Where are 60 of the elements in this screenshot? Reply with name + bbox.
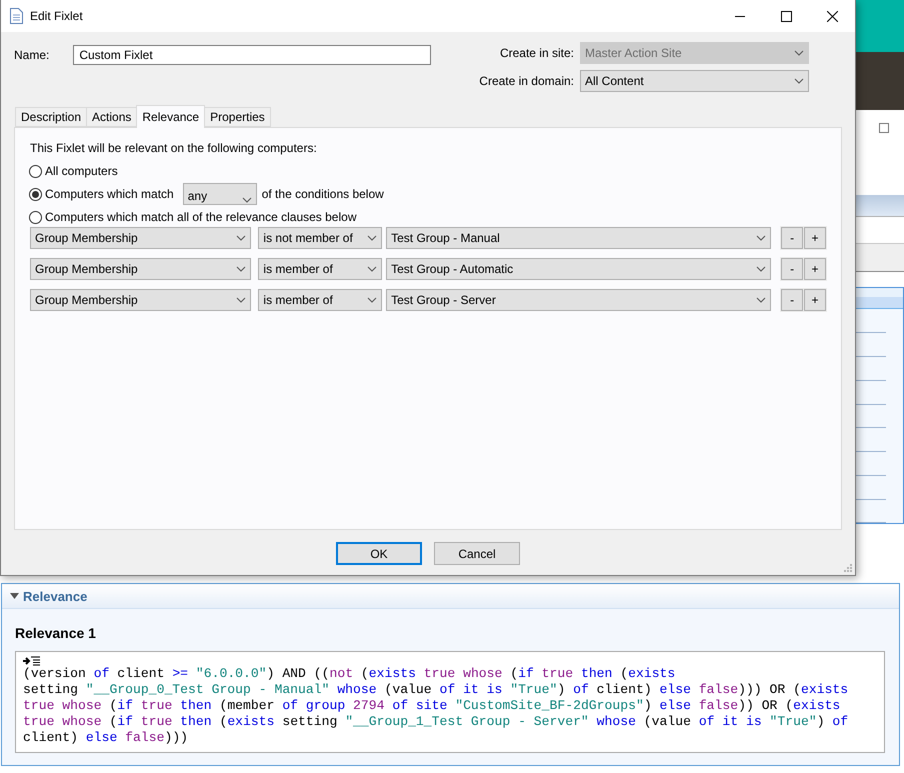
chevron-icon <box>756 297 766 303</box>
document-icon <box>10 8 23 24</box>
chevron-icon <box>236 297 246 303</box>
match-dropdown[interactable]: any <box>182 183 257 205</box>
window-title: Edit Fixlet <box>30 9 83 23</box>
chevron-icon <box>756 235 766 241</box>
resize-grip-icon[interactable] <box>843 563 853 573</box>
value-dropdown[interactable]: Test Group - Manual <box>386 227 772 249</box>
dialog-button[interactable]: OK <box>336 542 422 565</box>
value-dropdown[interactable]: Test Group - Server <box>386 289 772 311</box>
chevron-icon <box>367 297 378 303</box>
add-button[interactable]: + <box>804 258 826 280</box>
background-band <box>855 195 904 217</box>
property-dropdown[interactable]: Group Membership <box>30 258 252 280</box>
chevron-icon <box>756 266 766 272</box>
operator-dropdown[interactable]: is not member of <box>258 227 382 249</box>
tab[interactable]: Relevance <box>136 105 206 128</box>
operator-dropdown[interactable]: is member of <box>258 289 382 311</box>
chevron-icon <box>367 266 378 272</box>
tab[interactable]: Description <box>15 107 88 127</box>
panel-header[interactable]: Relevance <box>2 584 899 609</box>
remove-button[interactable]: - <box>781 227 804 249</box>
relevance-title: Relevance 1 <box>15 625 97 641</box>
tab[interactable]: Actions <box>86 107 138 127</box>
radio-label: Computers which match all of the relevance clauses below <box>45 210 356 224</box>
relevance-code: (version of client >= "6.0.0.0") AND ((not (exists true whose (if true then (exists setting "__Group_0_Test Group - Manual" whose (value of it is "True") of client) else false))) OR (exists true whose (if true then (member of group 2794 of site "CustomSite_BF-2dGroups") else false)) OR (exists true whose (if true then (exists setting "__Group_1_Test Group - Server" whose (value of it is "True") of client) else false))) <box>23 666 850 746</box>
maximize-icon <box>780 10 792 22</box>
add-button[interactable]: + <box>804 227 826 249</box>
dialog-button[interactable]: Cancel <box>434 542 520 565</box>
chevron-icon <box>236 266 246 272</box>
match-suffix: of the conditions below <box>262 187 384 201</box>
chevron-icon <box>367 235 378 241</box>
panel-title: Relevance <box>23 588 88 604</box>
chevron-icon <box>236 235 246 241</box>
name-label: Name: <box>14 48 50 62</box>
arrow-list-icon[interactable] <box>23 656 40 666</box>
radio-button[interactable] <box>29 210 42 224</box>
chevron-icon <box>794 50 804 56</box>
chevron-icon <box>794 78 804 84</box>
chevron-icon <box>242 197 252 203</box>
property-dropdown[interactable]: Group Membership <box>30 289 252 311</box>
remove-button[interactable]: - <box>781 289 804 311</box>
radio-label: All computers <box>45 164 118 178</box>
domain-dropdown[interactable]: All Content <box>580 70 809 92</box>
site-label: Create in site: <box>498 46 574 60</box>
close-icon <box>826 10 838 22</box>
operator-dropdown[interactable]: is member of <box>258 258 382 280</box>
checkbox-icon <box>879 123 889 133</box>
collapse-triangle-icon[interactable] <box>10 593 19 599</box>
radio-label: Computers which match <box>45 187 174 201</box>
intro-text: This Fixlet will be relevant on the following computers: <box>30 141 318 155</box>
radio-button[interactable] <box>29 164 42 178</box>
tab[interactable]: Properties <box>204 107 271 127</box>
name-field[interactable]: Custom Fixlet <box>73 45 432 65</box>
domain-label: Create in domain: <box>479 74 574 88</box>
radio-button[interactable] <box>29 188 42 200</box>
add-button[interactable]: + <box>804 289 826 311</box>
property-dropdown[interactable]: Group Membership <box>30 227 252 249</box>
value-dropdown[interactable]: Test Group - Automatic <box>386 258 772 280</box>
remove-button[interactable]: - <box>781 258 804 280</box>
